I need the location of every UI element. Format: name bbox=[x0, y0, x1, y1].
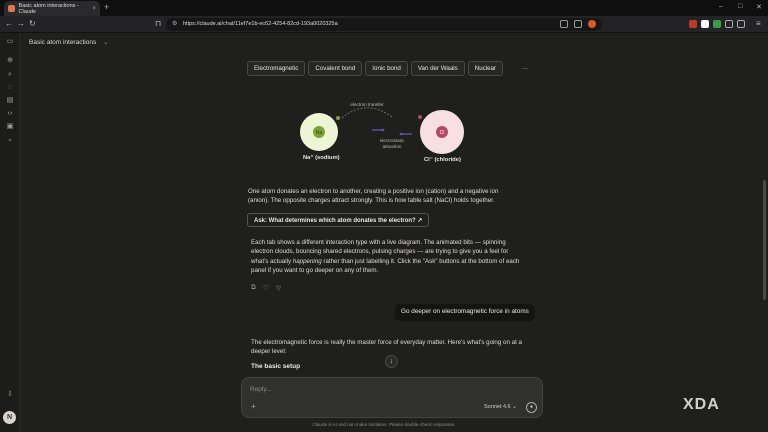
reply-input[interactable]: Reply... bbox=[250, 386, 272, 393]
more-options-icon[interactable]: ... bbox=[522, 64, 528, 71]
scroll-down-button[interactable]: ↓ bbox=[385, 355, 398, 368]
xda-watermark: XDA bbox=[683, 396, 720, 413]
section-heading: The basic setup bbox=[251, 363, 301, 370]
model-selector[interactable]: Sonnet 4.6 ⌄ bbox=[484, 404, 517, 410]
thumbs-up-icon[interactable]: ♡ bbox=[263, 284, 269, 292]
reload-icon[interactable]: ↻ bbox=[29, 19, 36, 28]
chevron-down-icon[interactable]: ⌄ bbox=[5, 135, 15, 145]
chat-title[interactable]: Basic atom interactions ⌄ bbox=[29, 38, 108, 46]
screen-icon[interactable] bbox=[560, 20, 568, 28]
ask-button[interactable]: Ask: What determines which atom donates … bbox=[247, 213, 430, 227]
maximize-button[interactable]: □ bbox=[738, 3, 742, 10]
download-icon[interactable]: ⇩ bbox=[5, 390, 15, 400]
forward-arrow-icon[interactable]: → bbox=[17, 19, 25, 28]
tab-title: Basic atom interactions - Claude bbox=[18, 2, 79, 15]
tab-nuclear[interactable]: Nuclear bbox=[467, 61, 504, 76]
back-arrow-icon[interactable]: ← bbox=[5, 19, 13, 28]
tab-covalent-bond[interactable]: Covalent bond bbox=[308, 61, 363, 76]
chevron-down-icon: ⌄ bbox=[103, 39, 109, 46]
electron-transfer-path bbox=[341, 107, 393, 119]
assistant-paragraph: The electromagnetic force is really the … bbox=[251, 339, 522, 356]
scrollbar[interactable] bbox=[763, 180, 766, 300]
new-tab-button[interactable]: + bbox=[104, 2, 109, 12]
brave-shield-icon[interactable] bbox=[588, 20, 596, 28]
url-text: https://claude.ai/chat/11ef7e1b-ec62-425… bbox=[183, 21, 338, 27]
user-message: Go deeper on electromagnetic force in at… bbox=[395, 304, 535, 321]
extension-red-icon[interactable] bbox=[689, 20, 697, 28]
electron-transfer-label: electron transfer bbox=[350, 102, 384, 107]
chloride-symbol: Cl bbox=[440, 130, 445, 136]
window-close-button[interactable]: ✕ bbox=[756, 3, 762, 11]
chat-title-text: Basic atom interactions bbox=[29, 39, 97, 46]
minimize-button[interactable]: – bbox=[719, 3, 723, 10]
interaction-tabs: Electromagnetic Covalent bond Ionic bond… bbox=[247, 61, 504, 76]
new-chat-icon[interactable]: ⊕ bbox=[5, 56, 15, 66]
sodium-label: Na⁺ (sodium) bbox=[303, 155, 340, 161]
projects-icon[interactable]: ▤ bbox=[5, 96, 15, 106]
browser-tab[interactable]: Basic atom interactions - Claude × bbox=[4, 1, 100, 16]
chloride-label: Cl⁻ (chloride) bbox=[424, 157, 461, 163]
add-attachment-button[interactable]: + bbox=[251, 402, 256, 411]
claude-favicon-icon bbox=[8, 5, 15, 12]
address-bar[interactable]: ⚙ https://claude.ai/chat/11ef7e1b-ec62-4… bbox=[166, 18, 602, 31]
sodium-symbol: Na bbox=[316, 130, 323, 136]
chats-icon[interactable]: ◌ bbox=[5, 83, 15, 93]
ionic-bond-diagram: Na Cl electron transfer electrostatic at… bbox=[296, 98, 476, 168]
copy-icon[interactable]: ⧉ bbox=[251, 284, 256, 292]
site-info-icon[interactable]: ⚙ bbox=[172, 20, 177, 27]
tab-close-icon[interactable]: × bbox=[92, 6, 96, 12]
extension-green-icon[interactable] bbox=[713, 20, 721, 28]
wallet-icon[interactable] bbox=[737, 20, 745, 28]
claude-sidebar: ▭ ⊕ ⌕ ◌ ▤ ‹› ▣ ⌄ ⇩ bbox=[0, 33, 20, 432]
menu-icon[interactable]: ≡ bbox=[756, 19, 761, 28]
browser-tab-bar: Basic atom interactions - Claude × + – □… bbox=[0, 0, 768, 16]
tab-van-der-waals[interactable]: Van der Waals bbox=[410, 61, 465, 76]
sidebar-toggle-icon[interactable] bbox=[725, 20, 733, 28]
assistant-paragraph: One atom donates an electron to another,… bbox=[248, 188, 499, 205]
extension-n-icon[interactable] bbox=[701, 20, 709, 28]
voice-icon[interactable]: ● bbox=[526, 402, 537, 413]
electron-dot bbox=[336, 116, 340, 120]
code-icon[interactable]: ‹› bbox=[5, 109, 15, 119]
share-icon[interactable] bbox=[574, 20, 582, 28]
sidebar-toggle-icon[interactable]: ▭ bbox=[5, 37, 15, 47]
search-icon[interactable]: ⌕ bbox=[5, 70, 15, 80]
bookmark-icon[interactable]: ⊓ bbox=[155, 19, 161, 28]
tab-ionic-bond[interactable]: Ionic bond bbox=[365, 61, 408, 76]
reply-composer[interactable]: Reply... + Sonnet 4.6 ⌄ ● bbox=[241, 377, 543, 418]
thumbs-down-icon[interactable]: ▽ bbox=[276, 284, 281, 292]
tab-electromagnetic[interactable]: Electromagnetic bbox=[247, 61, 306, 76]
browser-toolbar: ← → ↻ ⊓ ⚙ https://claude.ai/chat/11ef7e1… bbox=[0, 16, 768, 33]
assistant-paragraph: Each tab shows a different interaction t… bbox=[251, 239, 520, 275]
disclaimer: Claude is AI and can make mistakes. Plea… bbox=[312, 422, 456, 427]
attraction-label: attraction bbox=[382, 144, 402, 149]
electron-dot-arrived bbox=[418, 115, 422, 119]
artifacts-icon[interactable]: ▣ bbox=[5, 122, 15, 132]
